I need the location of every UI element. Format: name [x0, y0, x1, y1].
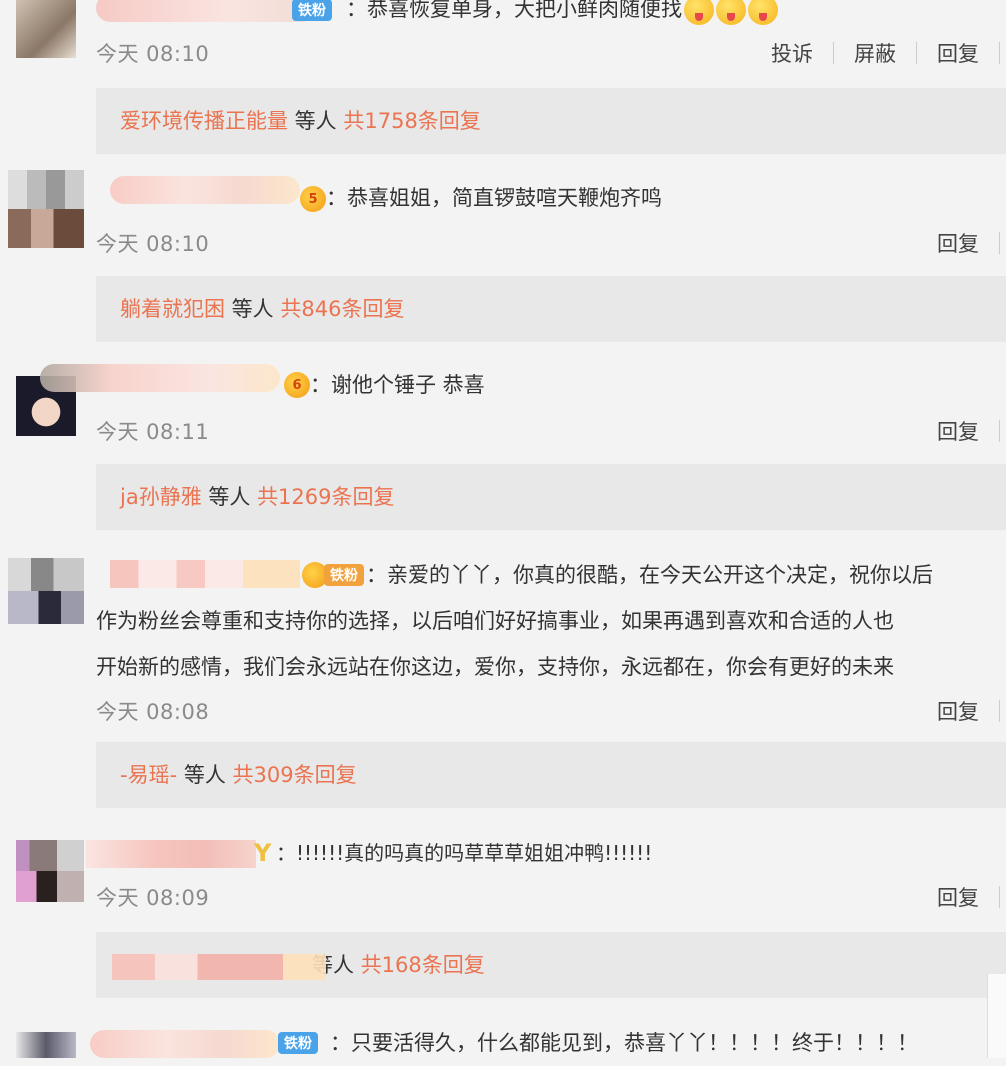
- reply-summary[interactable]: ja孙静雅 等人 共1269条回复: [96, 464, 1006, 530]
- tongue-emoji-icon: [716, 0, 746, 25]
- comment-time: 今天 08:10: [96, 232, 210, 256]
- divider: [999, 886, 1000, 908]
- comment-item: 5 ：恭喜姐姐，简直锣鼓喧天鞭炮齐鸣 今天 08:10 回复 躺着就犯困 等人 …: [0, 170, 1006, 350]
- username-blurred[interactable]: [110, 176, 300, 204]
- username-blurred[interactable]: [110, 560, 300, 588]
- fan-badge-label: 铁粉: [292, 0, 332, 21]
- comment-actions: 投诉 屏蔽 回复: [771, 38, 1006, 68]
- username-blurred[interactable]: [96, 0, 316, 22]
- fan-badge: 铁粉: [292, 0, 332, 23]
- comment-item: 铁粉 ：恭喜恢复单身，大把小鲜肉随便找 今天 08:10 投诉 屏蔽 回复 爱环…: [0, 0, 1006, 160]
- comment-text-content: ：恭喜恢复单身，大把小鲜肉随便找: [346, 0, 682, 21]
- reply-user-blurred[interactable]: [112, 954, 326, 980]
- tongue-emoji-icon: [684, 0, 714, 25]
- comment-actions: 回复: [937, 882, 1006, 912]
- username-blurred[interactable]: [86, 840, 256, 868]
- divider: [999, 42, 1000, 64]
- reply-button[interactable]: 回复: [937, 228, 979, 258]
- avatar[interactable]: [16, 840, 84, 902]
- avatar[interactable]: [16, 1032, 76, 1058]
- reply-count-link[interactable]: 共846条回复: [280, 297, 404, 321]
- comment-time: 今天 08:10: [96, 42, 210, 66]
- username-blurred[interactable]: [40, 364, 280, 392]
- tongue-emoji-icon: [748, 0, 778, 25]
- level-badge: 6: [284, 372, 310, 398]
- reply-summary[interactable]: 爱环境传播正能量 等人 共1758条回复: [96, 88, 1006, 154]
- reply-count-link[interactable]: 共168条回复: [361, 953, 485, 977]
- divider: [833, 42, 834, 64]
- reply-user-link[interactable]: ja孙静雅: [120, 485, 202, 509]
- comment-item: 铁粉 ：只要活得久，什么都能见到，恭喜丫丫！！！！终于！！！！: [0, 1022, 1006, 1058]
- comment-item: Y ：!!!!!!真的吗真的吗草草草姐姐冲鸭!!!!!! 今天 08:09 回复…: [0, 830, 1006, 1010]
- block-button[interactable]: 屏蔽: [854, 38, 896, 68]
- avatar[interactable]: [16, 0, 76, 58]
- comment-text: ：!!!!!!真的吗真的吗草草草姐姐冲鸭!!!!!!: [276, 841, 653, 865]
- comment-actions: 回复: [937, 696, 1006, 726]
- avatar[interactable]: [8, 558, 84, 624]
- reply-button[interactable]: 回复: [937, 38, 979, 68]
- comment-text: ：恭喜恢复单身，大把小鲜肉随便找: [346, 0, 778, 32]
- reply-summary[interactable]: 等人 共168条回复: [96, 932, 1006, 998]
- comment-text-line: 开始新的感情，我们会永远站在你这边，爱你，支持你，永远都在，你会有更好的未来: [96, 655, 894, 679]
- comment-time: 今天 08:09: [96, 886, 210, 910]
- fan-badge: 铁粉: [278, 1030, 318, 1056]
- comment-item: 6 ：谢他个锤子 恭喜 今天 08:11 回复 ja孙静雅 等人 共1269条回…: [0, 362, 1006, 542]
- crown-icon: 6: [284, 372, 310, 398]
- username-blurred[interactable]: [90, 1030, 280, 1058]
- comment-actions: 回复: [937, 228, 1006, 258]
- reply-mid-text: 等人: [201, 485, 258, 509]
- reply-button[interactable]: 回复: [937, 416, 979, 446]
- reply-mid-text: 等人: [225, 297, 281, 321]
- comment-text-line: ：亲爱的丫丫，你真的很酷，在今天公开这个决定，祝你以后: [366, 563, 933, 587]
- reply-count-link[interactable]: 共309条回复: [233, 763, 357, 787]
- reply-summary[interactable]: -易瑶- 等人 共309条回复: [96, 742, 1006, 808]
- level-badge: 5: [300, 186, 326, 212]
- comment-text: ：只要活得久，什么都能见到，恭喜丫丫！！！！终于！！！！: [330, 1031, 918, 1055]
- reply-button[interactable]: 回复: [937, 882, 979, 912]
- reply-mid-text: 等人: [177, 763, 233, 787]
- crown-icon: 5: [300, 186, 326, 212]
- comment-time: 今天 08:08: [96, 700, 210, 724]
- badge-y: Y: [254, 839, 272, 867]
- fan-badge-label: 铁粉: [278, 1032, 318, 1054]
- reply-user-link[interactable]: 躺着就犯困: [120, 297, 225, 321]
- avatar[interactable]: [8, 170, 84, 248]
- reply-user-link[interactable]: 爱环境传播正能量: [120, 109, 288, 133]
- comment-text-line: 作为粉丝会尊重和支持你的选择，以后咱们好好搞事业，如果再遇到喜欢和合适的人也: [96, 609, 894, 633]
- level-badge: Y: [254, 839, 272, 867]
- comment-time: 今天 08:11: [96, 420, 210, 444]
- divider: [916, 42, 917, 64]
- reply-count-link[interactable]: 共1758条回复: [343, 109, 480, 133]
- report-button[interactable]: 投诉: [771, 38, 813, 68]
- comment-actions: 回复: [937, 416, 1006, 446]
- fan-badge-label: 铁粉: [324, 564, 364, 586]
- comment-text: ：谢他个锤子 恭喜: [310, 373, 485, 397]
- reply-summary[interactable]: 躺着就犯困 等人 共846条回复: [96, 276, 1006, 342]
- reply-user-link[interactable]: -易瑶-: [120, 763, 177, 787]
- comment-item: 铁粉 ：亲爱的丫丫，你真的很酷，在今天公开这个决定，祝你以后 作为粉丝会尊重和支…: [0, 552, 1006, 814]
- fan-badge: 铁粉: [302, 562, 364, 588]
- reply-count-link[interactable]: 共1269条回复: [257, 485, 394, 509]
- divider: [999, 420, 1000, 442]
- divider: [999, 232, 1000, 254]
- comment-text: ：恭喜姐姐，简直锣鼓喧天鞭炮齐鸣: [326, 186, 662, 210]
- divider: [999, 700, 1000, 722]
- reply-mid-text: 等人: [288, 109, 344, 133]
- scrollbar[interactable]: [987, 974, 1006, 1058]
- reply-button[interactable]: 回复: [937, 696, 979, 726]
